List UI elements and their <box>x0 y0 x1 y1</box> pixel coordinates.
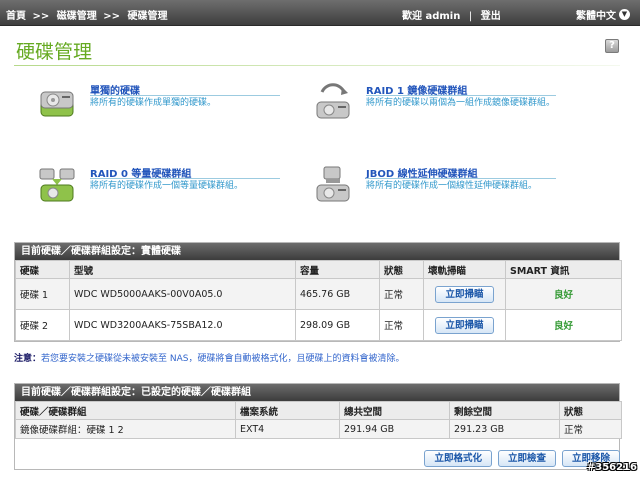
option-raid0[interactable]: RAID 0 等量硬碟群組 將所有的硬碟作成一個等量硬碟群組。 <box>38 163 298 215</box>
column-header: 狀態 <box>559 401 622 420</box>
option-jbod[interactable]: JBOD 線性延伸硬碟群組 將所有的硬碟作成一個線性延伸硬碟群組。 <box>314 163 574 215</box>
scan-now-button[interactable]: 立即掃瞄 <box>435 316 494 334</box>
option-description: 將所有的硬碟作成一個線性延伸硬碟群組。 <box>366 181 538 191</box>
breadcrumb-separator: >> <box>32 11 50 22</box>
column-header: 硬碟／硬碟群組 <box>15 401 236 420</box>
format-now-button[interactable]: 立即格式化 <box>424 450 492 467</box>
scan-cell: 立即掃瞄 <box>423 278 506 310</box>
top-navigation-bar: 首頁 >> 磁碟管理 >> 硬碟管理 歡迎 admin | 登出 繁體中文 ▼ <box>0 0 640 26</box>
scan-now-button[interactable]: 立即掃瞄 <box>435 285 494 303</box>
breadcrumb-home-link[interactable]: 首頁 <box>6 11 26 22</box>
user-box: 歡迎 admin | 登出 <box>402 7 501 22</box>
status-cell: 正常 <box>379 309 424 341</box>
option-divider <box>90 95 280 96</box>
option-description: 將所有的硬碟作成一個等量硬碟群組。 <box>90 181 244 191</box>
total-space-cell: 291.94 GB <box>339 419 450 439</box>
option-raid1[interactable]: RAID 1 鏡像硬碟群組 將所有的硬碟以兩個為一組作成鏡像硬碟群組。 <box>314 80 574 132</box>
option-description: 將所有的硬碟以兩個為一組作成鏡像硬碟群組。 <box>366 98 556 108</box>
breadcrumb-disk-management-link[interactable]: 磁碟管理 <box>57 11 97 22</box>
breadcrumb-current: 硬碟管理 <box>127 11 168 22</box>
breadcrumb: 首頁 >> 磁碟管理 >> 硬碟管理 <box>6 7 170 22</box>
check-now-button[interactable]: 立即檢查 <box>497 450 556 467</box>
format-warning-notice: 注意：若您要安裝之硬碟從未被安裝至 NAS，硬碟將會自動被格式化，且硬碟上的資料… <box>14 351 404 364</box>
column-header: 硬碟 <box>15 260 70 279</box>
raid1-mirror-icon <box>316 83 350 119</box>
notice-text: 若您要安裝之硬碟從未被安裝至 NAS，硬碟將會自動被格式化，且硬碟上的資料會被清… <box>41 354 405 364</box>
breadcrumb-separator: >> <box>103 11 120 22</box>
status-cell: 正常 <box>559 419 622 439</box>
free-space-cell: 291.23 GB <box>449 419 560 439</box>
option-divider <box>90 178 280 179</box>
language-selector[interactable]: 繁體中文 ▼ <box>576 7 630 22</box>
page-title: 硬碟管理 <box>16 41 93 63</box>
capacity-cell: 298.09 GB <box>295 309 380 341</box>
table-row[interactable]: 鏡像硬碟群組：硬碟 1 2 EXT4 291.94 GB 291.23 GB 正… <box>15 419 622 439</box>
divider: | <box>468 11 473 22</box>
option-divider <box>366 95 556 96</box>
raid0-stripe-icon <box>39 168 75 202</box>
column-header: SMART 資訊 <box>505 260 622 279</box>
physical-disk-table: 硬碟 型號 容量 狀態 壞軌掃瞄 SMART 資訊 硬碟 1 WDC WD500… <box>15 260 622 341</box>
help-button[interactable]: ? <box>605 39 619 53</box>
chevron-down-icon: ▼ <box>619 9 630 20</box>
welcome-text: 歡迎 admin <box>402 11 461 22</box>
configured-group-table: 硬碟／硬碟群組 檔案系統 總共空間 剩餘空間 狀態 鏡像硬碟群組：硬碟 1 2 … <box>15 401 622 439</box>
column-header: 容量 <box>295 260 380 279</box>
column-header: 總共空間 <box>339 401 450 420</box>
watermark-id: #356216 <box>586 462 637 473</box>
column-header: 檔案系統 <box>235 401 340 420</box>
panel-heading: 目前硬碟／硬碟群組設定：已設定的硬碟／硬碟群組 <box>15 384 619 401</box>
column-header: 型號 <box>69 260 296 279</box>
filesystem-cell: EXT4 <box>235 419 340 439</box>
option-description: 將所有的硬碟作成單獨的硬碟。 <box>90 98 217 108</box>
language-label: 繁體中文 <box>576 11 616 22</box>
column-header: 狀態 <box>379 260 424 279</box>
option-single-disk[interactable]: 單獨的硬碟 將所有的硬碟作成單獨的硬碟。 <box>38 80 298 132</box>
panel-heading: 目前硬碟／硬碟群組設定：實體硬碟 <box>15 243 619 260</box>
table-row: 硬碟 2 WDC WD3200AAKS-75SBA12.0 298.09 GB … <box>15 309 622 341</box>
disk-cell: 硬碟 2 <box>15 309 70 341</box>
column-header: 壞軌掃瞄 <box>423 260 506 279</box>
table-row: 硬碟 1 WDC WD5000AAKS-00V0A05.0 465.76 GB … <box>15 278 622 310</box>
jbod-linear-icon <box>316 166 350 202</box>
notice-label: 注意： <box>14 354 42 364</box>
scan-cell: 立即掃瞄 <box>423 309 506 341</box>
option-divider <box>366 178 556 179</box>
model-cell: WDC WD5000AAKS-00V0A05.0 <box>69 278 296 310</box>
disk-cell: 硬碟 1 <box>15 278 70 310</box>
column-header: 剩餘空間 <box>449 401 560 420</box>
table-header-row: 硬碟 型號 容量 狀態 壞軌掃瞄 SMART 資訊 <box>15 260 622 279</box>
smart-cell: 良好 <box>505 309 622 341</box>
group-cell: 鏡像硬碟群組：硬碟 1 2 <box>15 419 236 439</box>
table-header-row: 硬碟／硬碟群組 檔案系統 總共空間 剩餘空間 狀態 <box>15 401 622 420</box>
status-cell: 正常 <box>379 278 424 310</box>
smart-cell: 良好 <box>505 278 622 310</box>
model-cell: WDC WD3200AAKS-75SBA12.0 <box>69 309 296 341</box>
logout-link[interactable]: 登出 <box>481 11 501 22</box>
title-divider <box>14 65 620 66</box>
capacity-cell: 465.76 GB <box>295 278 380 310</box>
physical-disk-panel: 目前硬碟／硬碟群組設定：實體硬碟 硬碟 型號 容量 狀態 壞軌掃瞄 SMART … <box>14 242 622 342</box>
single-disk-icon <box>40 91 74 117</box>
